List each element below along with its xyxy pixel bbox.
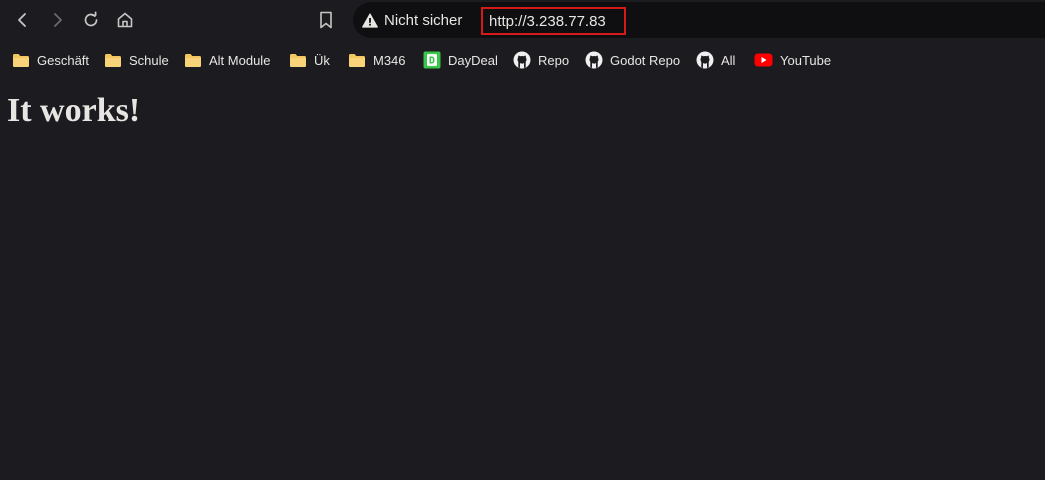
url-text[interactable]: http://3.238.77.83 <box>483 13 606 30</box>
bookmark-repo[interactable]: Repo <box>513 50 569 70</box>
security-indicator[interactable]: Nicht sicher <box>362 10 462 30</box>
bookmark-all[interactable]: All <box>696 50 735 70</box>
home-button[interactable] <box>111 6 139 34</box>
bookmarks-bar: Geschäft Schule Alt Module Ük M346 DayDe… <box>0 44 1045 76</box>
bookmark-folder-m346[interactable]: M346 <box>348 50 406 70</box>
bookmark-label: Alt Module <box>209 52 271 68</box>
reload-button[interactable] <box>77 6 105 34</box>
browser-toolbar: Nicht sicher http://3.238.77.83 <box>0 0 1045 40</box>
bookmark-daydeal[interactable]: DayDeal <box>423 50 498 70</box>
bookmark-label: Ük <box>314 52 330 68</box>
github-icon <box>696 51 714 69</box>
github-icon <box>513 51 531 69</box>
bookmark-label: Geschäft <box>37 52 90 68</box>
folder-icon <box>105 53 121 67</box>
bookmark-godot-repo[interactable]: Godot Repo <box>585 50 680 70</box>
bookmark-button[interactable] <box>312 6 340 34</box>
warning-icon <box>362 12 378 28</box>
security-label: Nicht sicher <box>384 11 463 29</box>
github-icon <box>585 51 603 69</box>
bookmark-label: M346 <box>373 52 406 68</box>
forward-button[interactable] <box>43 6 71 34</box>
bookmark-label: DayDeal <box>448 52 498 68</box>
daydeal-icon <box>423 51 441 69</box>
folder-icon <box>185 53 201 67</box>
youtube-icon <box>754 53 773 67</box>
home-icon <box>117 12 133 28</box>
folder-icon <box>290 53 306 67</box>
bookmark-label: All <box>721 52 736 68</box>
forward-arrow-icon <box>54 13 62 27</box>
reload-icon <box>84 11 98 27</box>
bookmark-youtube[interactable]: YouTube <box>754 50 831 70</box>
bookmark-label: Repo <box>538 52 570 68</box>
back-arrow-icon <box>18 13 26 27</box>
page-heading: It works! <box>7 92 141 129</box>
bookmark-label: Schule <box>129 52 169 68</box>
back-button[interactable] <box>9 6 37 34</box>
folder-icon <box>349 53 365 67</box>
bookmark-label: Godot Repo <box>610 52 681 68</box>
bookmark-folder-uek[interactable]: Ük <box>289 50 330 70</box>
bookmark-icon <box>320 11 332 29</box>
bookmark-folder-schule[interactable]: Schule <box>104 50 169 70</box>
folder-icon <box>13 53 29 67</box>
bookmark-folder-alt-module[interactable]: Alt Module <box>184 50 270 70</box>
bookmark-label: YouTube <box>780 52 832 68</box>
url-highlight-box: http://3.238.77.83 <box>481 7 626 35</box>
bookmark-folder-geschaeft[interactable]: Geschäft <box>12 50 89 70</box>
